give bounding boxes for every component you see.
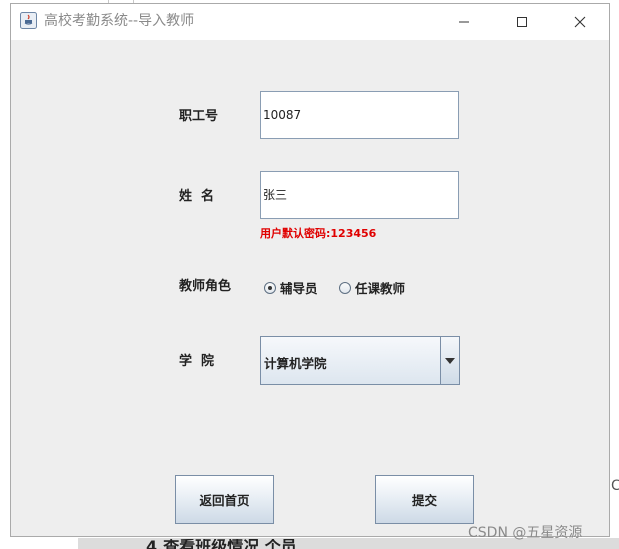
name-label: 姓 名 [179, 189, 215, 204]
minimize-button[interactable] [435, 4, 493, 40]
teacher-role-label: 教师角色 [179, 279, 232, 294]
maximize-icon [517, 17, 527, 27]
college-select[interactable]: 计算机学院 [260, 336, 460, 385]
title-bar[interactable]: 高校考勤系统--导入教师 [11, 4, 609, 40]
close-icon [574, 16, 586, 28]
role-option-lecturer[interactable]: 任课教师 [339, 278, 405, 297]
employee-id-input[interactable]: 10087 [260, 91, 459, 139]
role-option-counselor[interactable]: 辅导员 [264, 278, 318, 297]
dropdown-arrow-icon [445, 357, 455, 364]
background-page-text: 4.查看班级情况 个员 [146, 539, 297, 549]
radio-unchecked-icon[interactable] [339, 281, 351, 294]
college-select-value: 计算机学院 [264, 356, 327, 371]
import-teacher-window: 高校考勤系统--导入教师 职工号 10087 姓 名 张三 用户默认密码:123… [10, 3, 610, 537]
employee-id-label: 职工号 [179, 109, 219, 124]
java-app-icon [20, 12, 37, 29]
role-option-lecturer-label: 任课教师 [355, 281, 406, 296]
submit-button[interactable]: 提交 [375, 475, 474, 524]
maximize-button[interactable] [493, 4, 551, 40]
college-select-toggle[interactable] [440, 337, 459, 384]
radio-checked-icon[interactable] [264, 281, 276, 294]
role-option-counselor-label: 辅导员 [280, 281, 318, 296]
college-label: 学 院 [179, 354, 215, 369]
window-title: 高校考勤系统--导入教师 [44, 13, 195, 29]
minimize-icon [459, 21, 469, 23]
background-side-letter: C [611, 478, 619, 494]
close-button[interactable] [551, 4, 609, 40]
name-input[interactable]: 张三 [260, 171, 459, 219]
default-password-hint: 用户默认密码:123456 [260, 227, 377, 240]
csdn-watermark: CSDN @五星资源 [468, 525, 583, 541]
back-home-button[interactable]: 返回首页 [175, 475, 274, 524]
